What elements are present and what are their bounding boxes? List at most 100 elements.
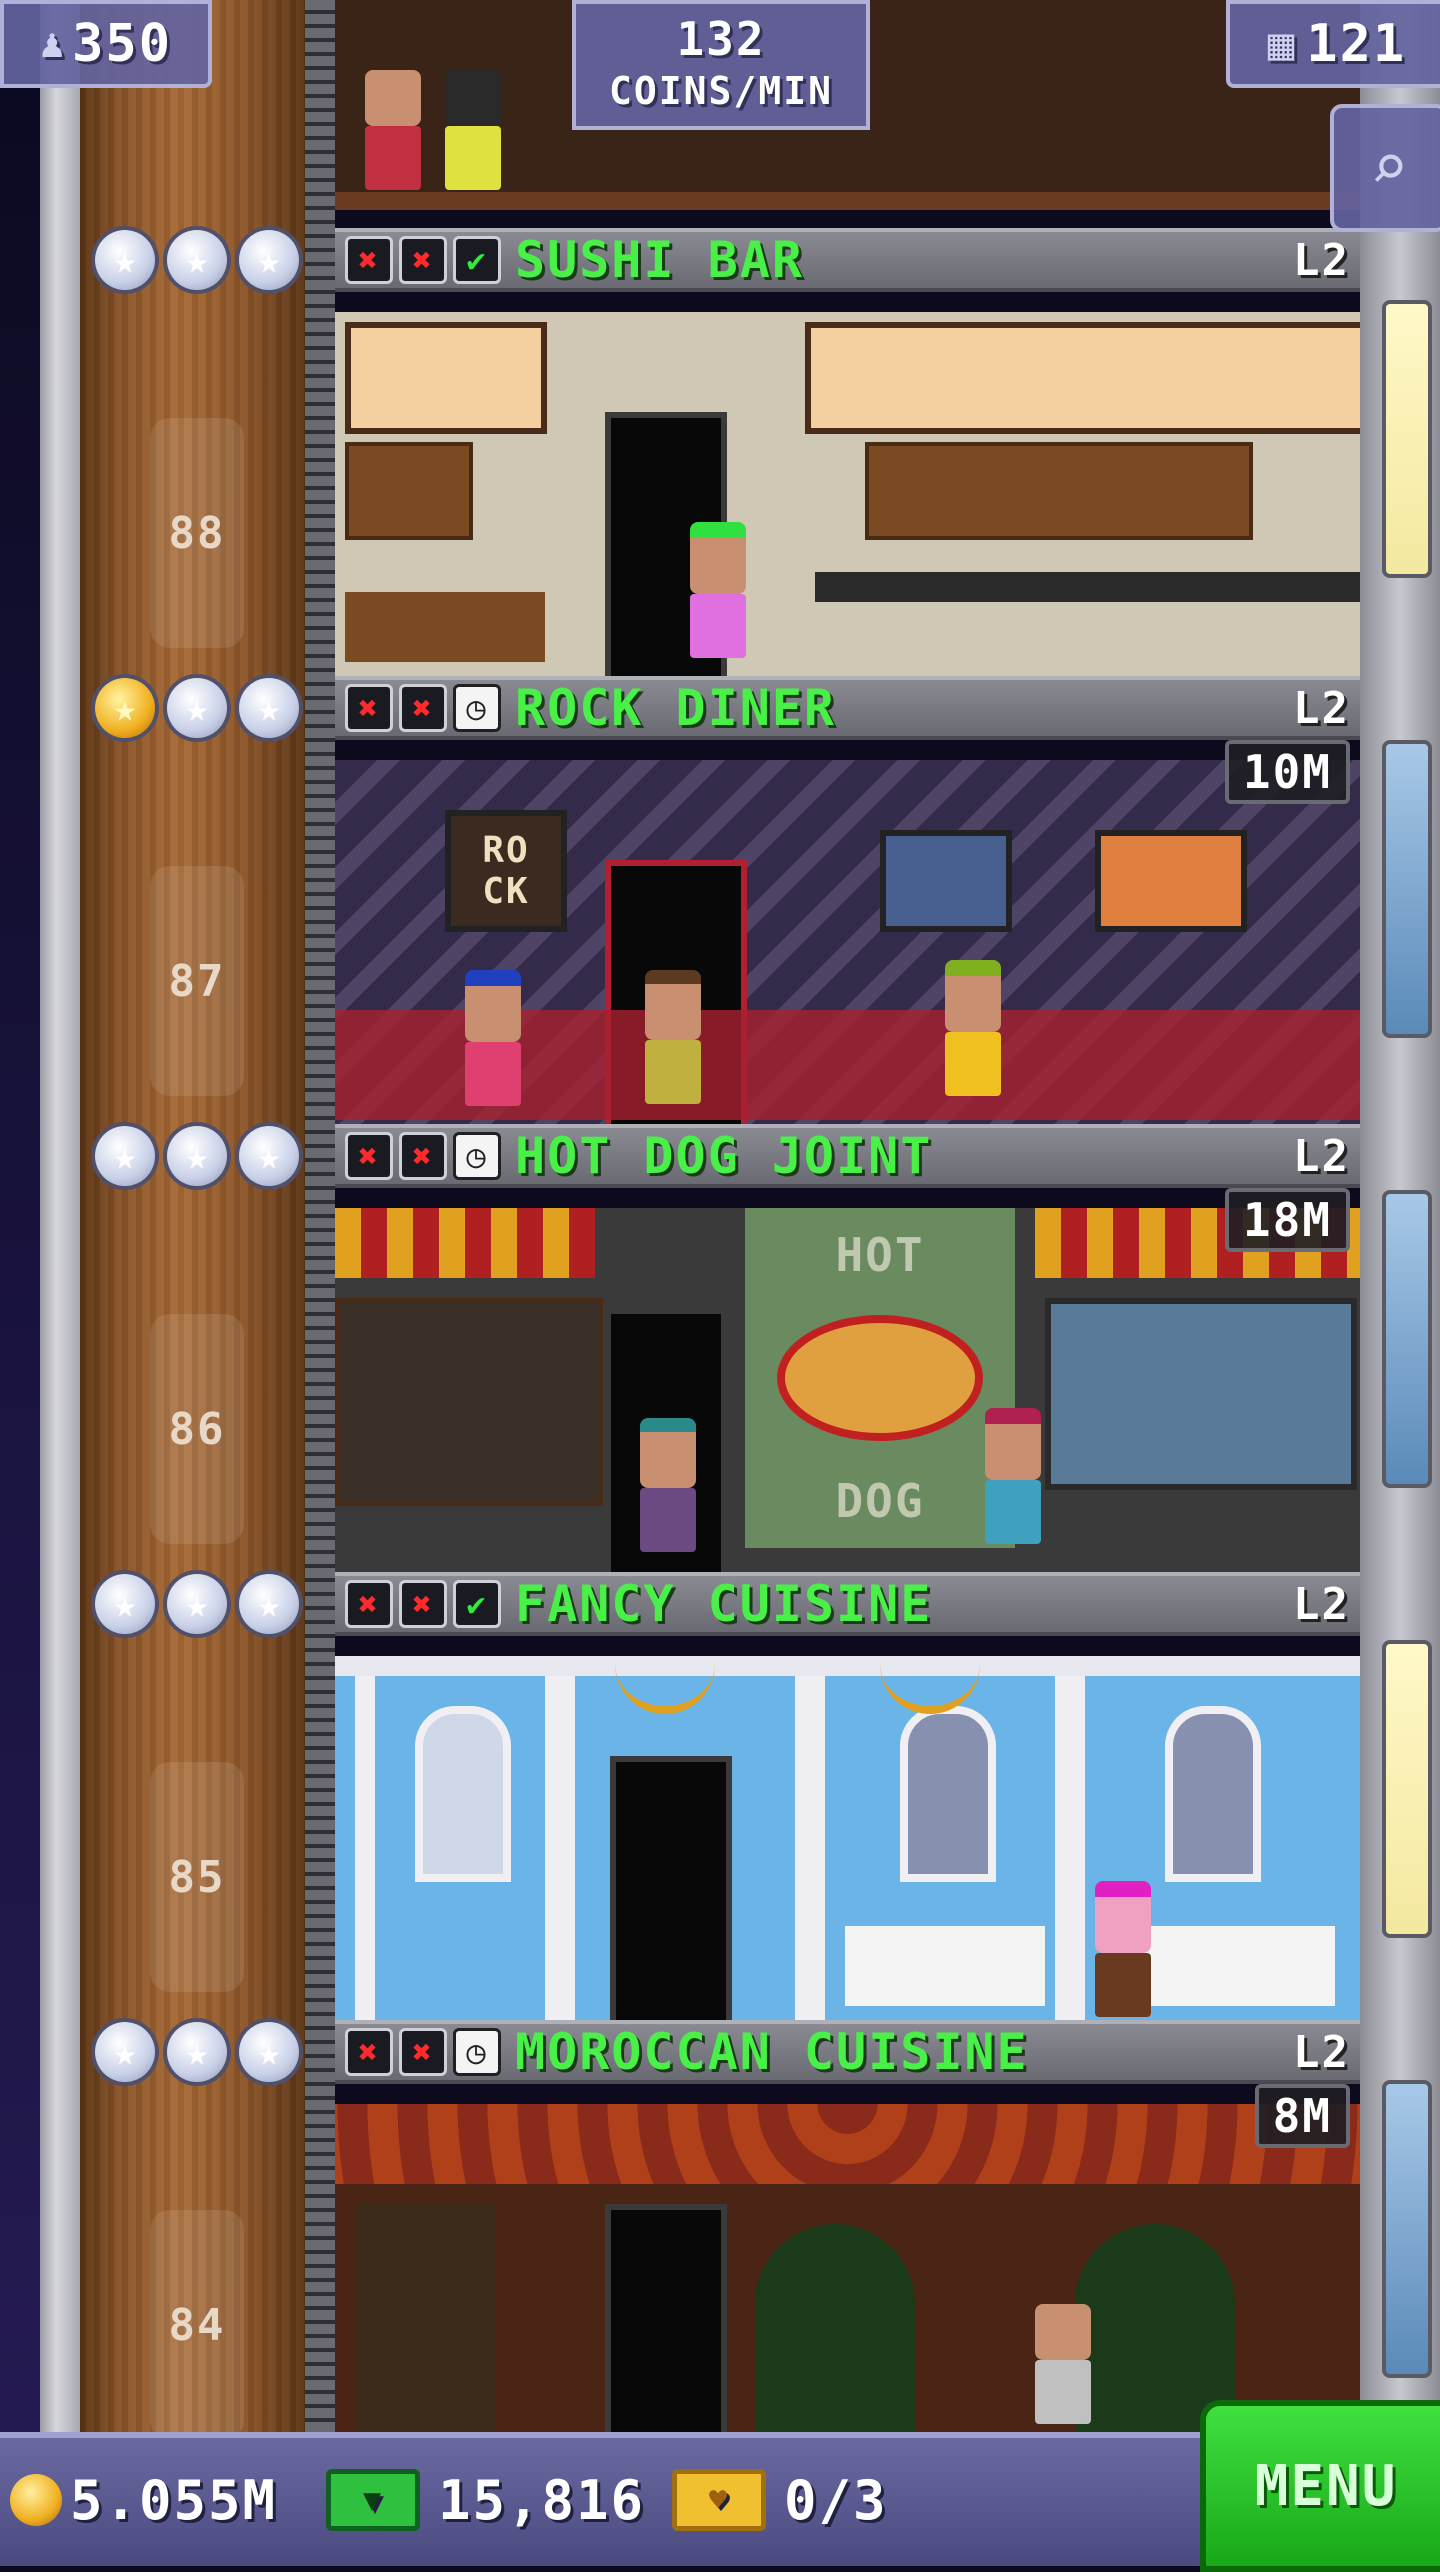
elevator-window [1382,740,1432,1038]
bux-display[interactable]: ▼ 15,816 [326,2458,645,2542]
rock-poster-line2: CK [482,871,530,912]
floor-level: L2 [1293,1130,1350,1182]
floor-header-sushi-bar[interactable]: ✖ ✖ ✔ SUSHI BAR L2 [335,228,1360,292]
menu-button[interactable]: MENU [1200,2400,1440,2572]
visitor[interactable] [465,970,521,1106]
visitor[interactable] [690,522,746,658]
floor-name: SUSHI BAR [515,231,804,289]
coins-rate-display: 132 COINS/MIN [572,0,870,130]
floor-level: L2 [1293,2026,1350,2078]
room-door [605,2204,727,2432]
stock-empty-icon: ✖ [399,1580,447,1628]
room-hot-dog-joint[interactable]: HOT DOG [335,1208,1360,1592]
stock-ready-icon: ✔ [453,236,501,284]
visitor[interactable] [1035,2304,1091,2424]
floor-number: 88 [150,418,244,648]
rock-poster: RO CK [445,810,567,932]
stock-ready-icon: ✔ [453,1580,501,1628]
space-background [0,0,40,2432]
elevator-chain [305,0,335,2432]
floor-number: 86 [150,1314,244,1544]
floor-name: HOT DOG JOINT [515,1127,933,1185]
floor-header-fancy-cuisine[interactable]: ✖ ✖ ✔ FANCY CUISINE L2 [335,1572,1360,1636]
stock-empty-icon: ✖ [345,236,393,284]
coins-rate-unit: COINS/MIN [609,69,833,113]
elevator-window [1382,1640,1432,1938]
clock-icon: ◷ [453,1132,501,1180]
floor-level: L2 [1293,234,1350,286]
elevator-window [1382,2080,1432,2378]
floor-count-value: 121 [1306,14,1407,74]
population-counter[interactable]: ♟ 350 [0,0,212,88]
star-icon: ★ [95,1574,155,1634]
restock-timer: 10M [1224,740,1350,804]
star-icon: ★ [167,1574,227,1634]
star-icon: ★ [167,2022,227,2082]
star-icon: ★ [95,2022,155,2082]
stock-empty-icon: ✖ [399,684,447,732]
elevator-car[interactable] [1382,300,1432,578]
building-icon: ▦ [1267,18,1297,70]
magnifier-icon: ⌕ [1369,131,1409,205]
star-icon: ★ [167,1126,227,1186]
stock-empty-icon: ✖ [399,236,447,284]
floor-header-moroccan-cuisine[interactable]: ✖ ✖ ◷ MOROCCAN CUISINE L2 [335,2020,1360,2084]
star-rating: ★ ★ ★ [95,1126,299,1186]
star-icon: ★ [167,678,227,738]
floor-name: FANCY CUISINE [515,1575,933,1633]
floor-level: L2 [1293,1578,1350,1630]
floor-number: 87 [150,866,244,1096]
stock-empty-icon: ✖ [399,2028,447,2076]
visitor[interactable] [645,970,701,1104]
chandelier [615,1656,715,1714]
stock-empty-icon: ✖ [345,684,393,732]
star-rating: ★ ★ ★ [95,230,299,290]
star-rating: ★ ★ ★ [95,678,299,738]
coins-rate-value: 132 [676,12,766,66]
star-rating: ★ ★ ★ [95,1574,299,1634]
hotdog-sign-top: HOT [835,1228,925,1282]
tickets-display[interactable]: ♥ 0/3 [672,2458,888,2542]
floor-header-hot-dog-joint[interactable]: ✖ ✖ ◷ HOT DOG JOINT L2 [335,1124,1360,1188]
room-rock-diner[interactable]: RO CK [335,760,1360,1144]
rock-poster-line1: RO [482,830,530,871]
visitor[interactable] [945,960,1001,1096]
restock-timer: 8M [1254,2084,1350,2148]
star-icon: ★ [95,1126,155,1186]
room-fancy-cuisine[interactable] [335,1656,1360,2040]
clock-icon: ◷ [453,684,501,732]
clock-icon: ◷ [453,2028,501,2076]
stock-empty-icon: ✖ [345,1132,393,1180]
zoom-button[interactable]: ⌕ [1330,104,1440,232]
star-icon: ★ [167,230,227,290]
star-rating: ★ ★ ★ [95,2022,299,2082]
bux-value: 15,816 [438,2468,646,2532]
elevator-window [1382,1190,1432,1488]
star-icon: ★ [239,2022,299,2082]
visitor[interactable] [985,1408,1041,1544]
room-sushi-bar[interactable] [335,312,1360,696]
visitor[interactable] [365,70,421,190]
population-value: 350 [72,14,172,74]
visitor[interactable] [640,1418,696,1552]
visitor[interactable] [1095,1881,1151,2017]
gold-star-icon: ★ [95,678,155,738]
hotdog-sign: HOT DOG [745,1208,1015,1548]
room-door [610,1756,732,2034]
coin-icon [10,2474,62,2526]
floor-header-rock-diner[interactable]: ✖ ✖ ◷ ROCK DINER L2 [335,676,1360,740]
star-icon: ★ [239,1574,299,1634]
star-icon: ★ [95,230,155,290]
floor-level: L2 [1293,682,1350,734]
coins-display[interactable]: 5.055M [10,2458,277,2542]
plant [755,2224,915,2432]
floor-name: MOROCCAN CUISINE [515,2023,1029,2081]
tickets-value: 0/3 [784,2468,888,2532]
floor-counter[interactable]: ▦ 121 [1226,0,1440,88]
hotdog-sign-bottom: DOG [835,1474,925,1528]
golden-ticket-icon: ♥ [672,2469,766,2531]
room-moroccan-cuisine[interactable] [335,2104,1360,2432]
visitor[interactable] [445,70,501,190]
stock-empty-icon: ✖ [345,2028,393,2076]
star-icon: ★ [239,678,299,738]
